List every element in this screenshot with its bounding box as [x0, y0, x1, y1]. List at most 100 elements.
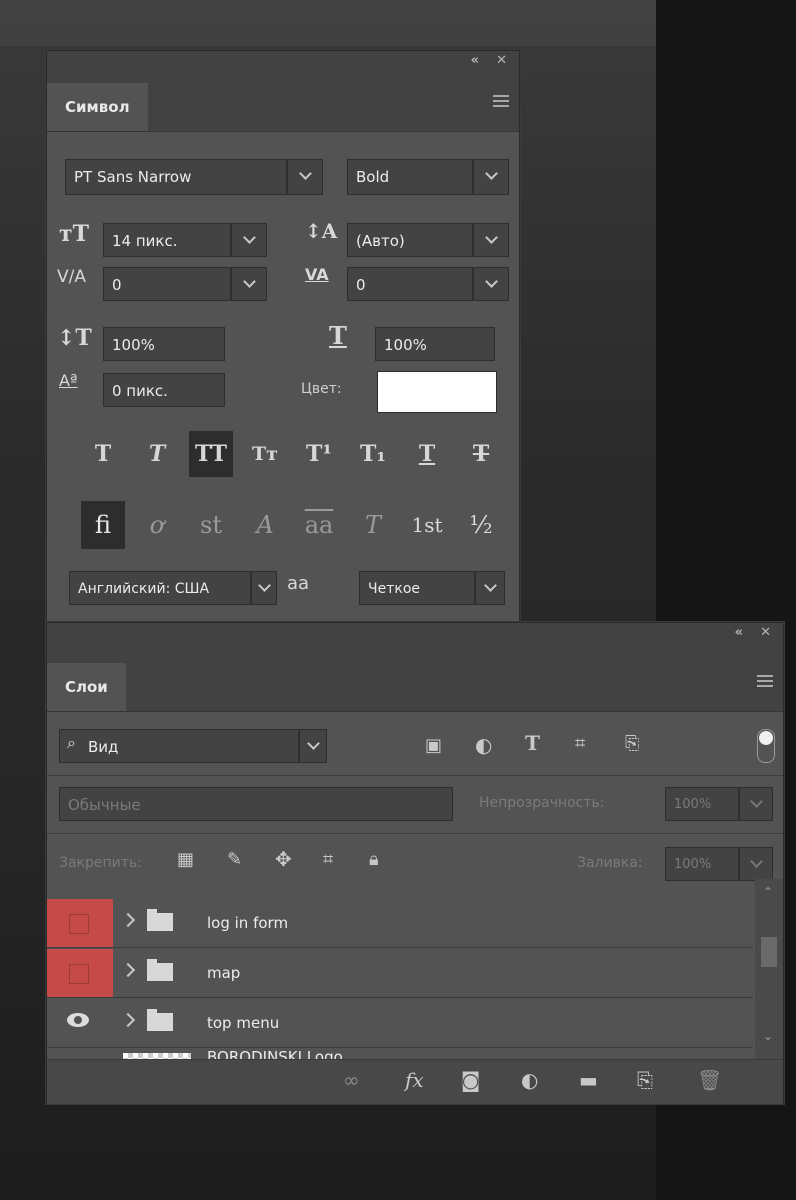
ligatures-button[interactable]: fi [81, 501, 125, 549]
chevron-down-icon [483, 579, 497, 592]
opacity-dropdown[interactable] [739, 787, 773, 821]
shape-filter-icon[interactable]: ⌗ [575, 733, 585, 754]
horizontal-scale-field[interactable]: 100% [375, 327, 495, 361]
lock-image-icon[interactable]: ✎ [227, 849, 242, 870]
kerning-icon: V/A [57, 267, 86, 287]
lock-artboard-icon[interactable]: ⌗ [323, 849, 333, 870]
collapse-icon[interactable]: « [471, 53, 479, 68]
small-caps-button[interactable]: Tт [243, 431, 287, 477]
chevron-down-icon [484, 167, 498, 180]
expand-arrow-icon[interactable] [120, 912, 136, 928]
faux-italic-button[interactable]: T [135, 431, 179, 477]
adjustment-filter-icon[interactable]: ◐ [475, 733, 492, 757]
font-family-field[interactable]: PT Sans Narrow [65, 159, 287, 195]
horizontal-scale-icon: T [329, 321, 347, 350]
panel-tab-row: Слои [47, 645, 783, 712]
strikethrough-button[interactable]: T [459, 431, 503, 477]
lock-position-icon[interactable]: ✥ [275, 847, 292, 871]
type-filter-icon[interactable]: T [525, 731, 540, 755]
font-style-dropdown[interactable] [473, 159, 509, 195]
mask-icon[interactable]: ◙ [461, 1068, 480, 1092]
scroll-thumb[interactable] [761, 937, 777, 967]
titling-alternates-button[interactable]: T [351, 501, 395, 549]
visibility-off-icon [69, 964, 89, 984]
layer-name: log in form [207, 914, 289, 932]
font-size-field[interactable]: 14 пикс. [103, 223, 231, 257]
search-icon: ⌕ [67, 733, 76, 752]
font-style-field[interactable]: Bold [347, 159, 473, 195]
leading-dropdown[interactable] [473, 223, 509, 257]
type-style-buttons: T T TT Tт T¹ T₁ T T [81, 431, 501, 477]
filter-toggle[interactable] [757, 729, 775, 763]
character-panel: « ✕ Символ PT Sans Narrow Bold ᴛT 14 пик… [46, 50, 520, 624]
tracking-dropdown[interactable] [473, 267, 509, 301]
leading-icon: ↕A [305, 219, 338, 243]
expand-arrow-icon[interactable] [120, 962, 136, 978]
tracking-field[interactable]: 0 [347, 267, 473, 301]
visibility-toggle[interactable] [47, 999, 113, 1047]
scroll-down-icon[interactable]: ⌄ [763, 1029, 773, 1043]
chevron-down-icon [749, 795, 763, 808]
discretionary-ligatures-button[interactable]: ơ [135, 501, 179, 549]
visibility-toggle[interactable] [47, 949, 113, 997]
close-icon[interactable]: ✕ [496, 53, 507, 68]
opacity-field[interactable]: 100% [665, 787, 739, 821]
subscript-button[interactable]: T₁ [351, 431, 395, 477]
filter-kind-field[interactable]: Вид [59, 729, 299, 763]
leading-field[interactable]: (Авто) [347, 223, 473, 257]
tab-character[interactable]: Символ [47, 83, 148, 131]
faux-bold-button[interactable]: T [81, 431, 125, 477]
lock-all-icon[interactable]: 🔒︎ [369, 849, 379, 870]
blend-mode-field[interactable]: Обычные [59, 787, 453, 821]
fill-dropdown[interactable] [739, 847, 773, 881]
adjustment-icon[interactable]: ◐ [521, 1068, 538, 1092]
antialias-icon: aa [287, 573, 310, 594]
lock-transparency-icon[interactable]: ▦ [177, 849, 194, 870]
ordinals-button[interactable]: 1st [405, 501, 449, 549]
underline-button[interactable]: T [405, 431, 449, 477]
fill-field[interactable]: 100% [665, 847, 739, 881]
layer-row[interactable]: log in form [47, 899, 753, 948]
layer-name: map [207, 964, 241, 982]
language-field[interactable]: Английский: США [69, 571, 251, 605]
tab-layers[interactable]: Слои [47, 663, 126, 711]
divider [47, 833, 783, 834]
superscript-button[interactable]: T¹ [297, 431, 341, 477]
stylistic-alternates-button[interactable]: aa [297, 501, 341, 549]
layer-row[interactable]: top menu [47, 999, 753, 1048]
all-caps-button[interactable]: TT [189, 431, 233, 477]
antialias-dropdown[interactable] [475, 571, 505, 605]
fractions-button[interactable]: ½ [459, 501, 503, 549]
panel-menu-icon[interactable] [757, 675, 773, 687]
baseline-shift-field[interactable]: 0 пикс. [103, 373, 225, 407]
swash-button[interactable]: A [243, 501, 287, 549]
chevron-down-icon [306, 737, 320, 750]
collapse-icon[interactable]: « [735, 625, 743, 640]
scroll-up-icon[interactable]: ⌃ [763, 885, 773, 899]
expand-arrow-icon[interactable] [120, 1012, 136, 1028]
filter-kind-dropdown[interactable] [299, 729, 327, 763]
fx-icon[interactable]: fx [405, 1068, 424, 1092]
kerning-dropdown[interactable] [231, 267, 267, 301]
close-icon[interactable]: ✕ [760, 625, 771, 640]
color-swatch[interactable] [377, 371, 497, 413]
group-icon[interactable]: ▬ [579, 1068, 598, 1092]
language-dropdown[interactable] [251, 571, 277, 605]
font-size-dropdown[interactable] [231, 223, 267, 257]
font-family-dropdown[interactable] [287, 159, 323, 195]
contextual-alternates-button[interactable]: st [189, 501, 233, 549]
kerning-field[interactable]: 0 [103, 267, 231, 301]
layers-scrollbar[interactable]: ⌃ ⌄ [755, 879, 783, 1059]
link-icon[interactable]: ∞ [343, 1068, 360, 1092]
layer-row[interactable]: map [47, 949, 753, 998]
delete-icon[interactable]: 🗑︎ [697, 1068, 722, 1092]
smart-object-filter-icon[interactable]: ⎘ [625, 733, 639, 754]
antialias-field[interactable]: Четкое [359, 571, 475, 605]
panel-titlebar: « ✕ [47, 51, 519, 73]
pixel-filter-icon[interactable]: ▣ [425, 735, 442, 756]
panel-menu-icon[interactable] [493, 95, 509, 107]
new-layer-icon[interactable]: ⎘ [637, 1068, 653, 1092]
chevron-down-icon [484, 275, 498, 288]
vertical-scale-field[interactable]: 100% [103, 327, 225, 361]
visibility-toggle[interactable] [47, 899, 113, 947]
